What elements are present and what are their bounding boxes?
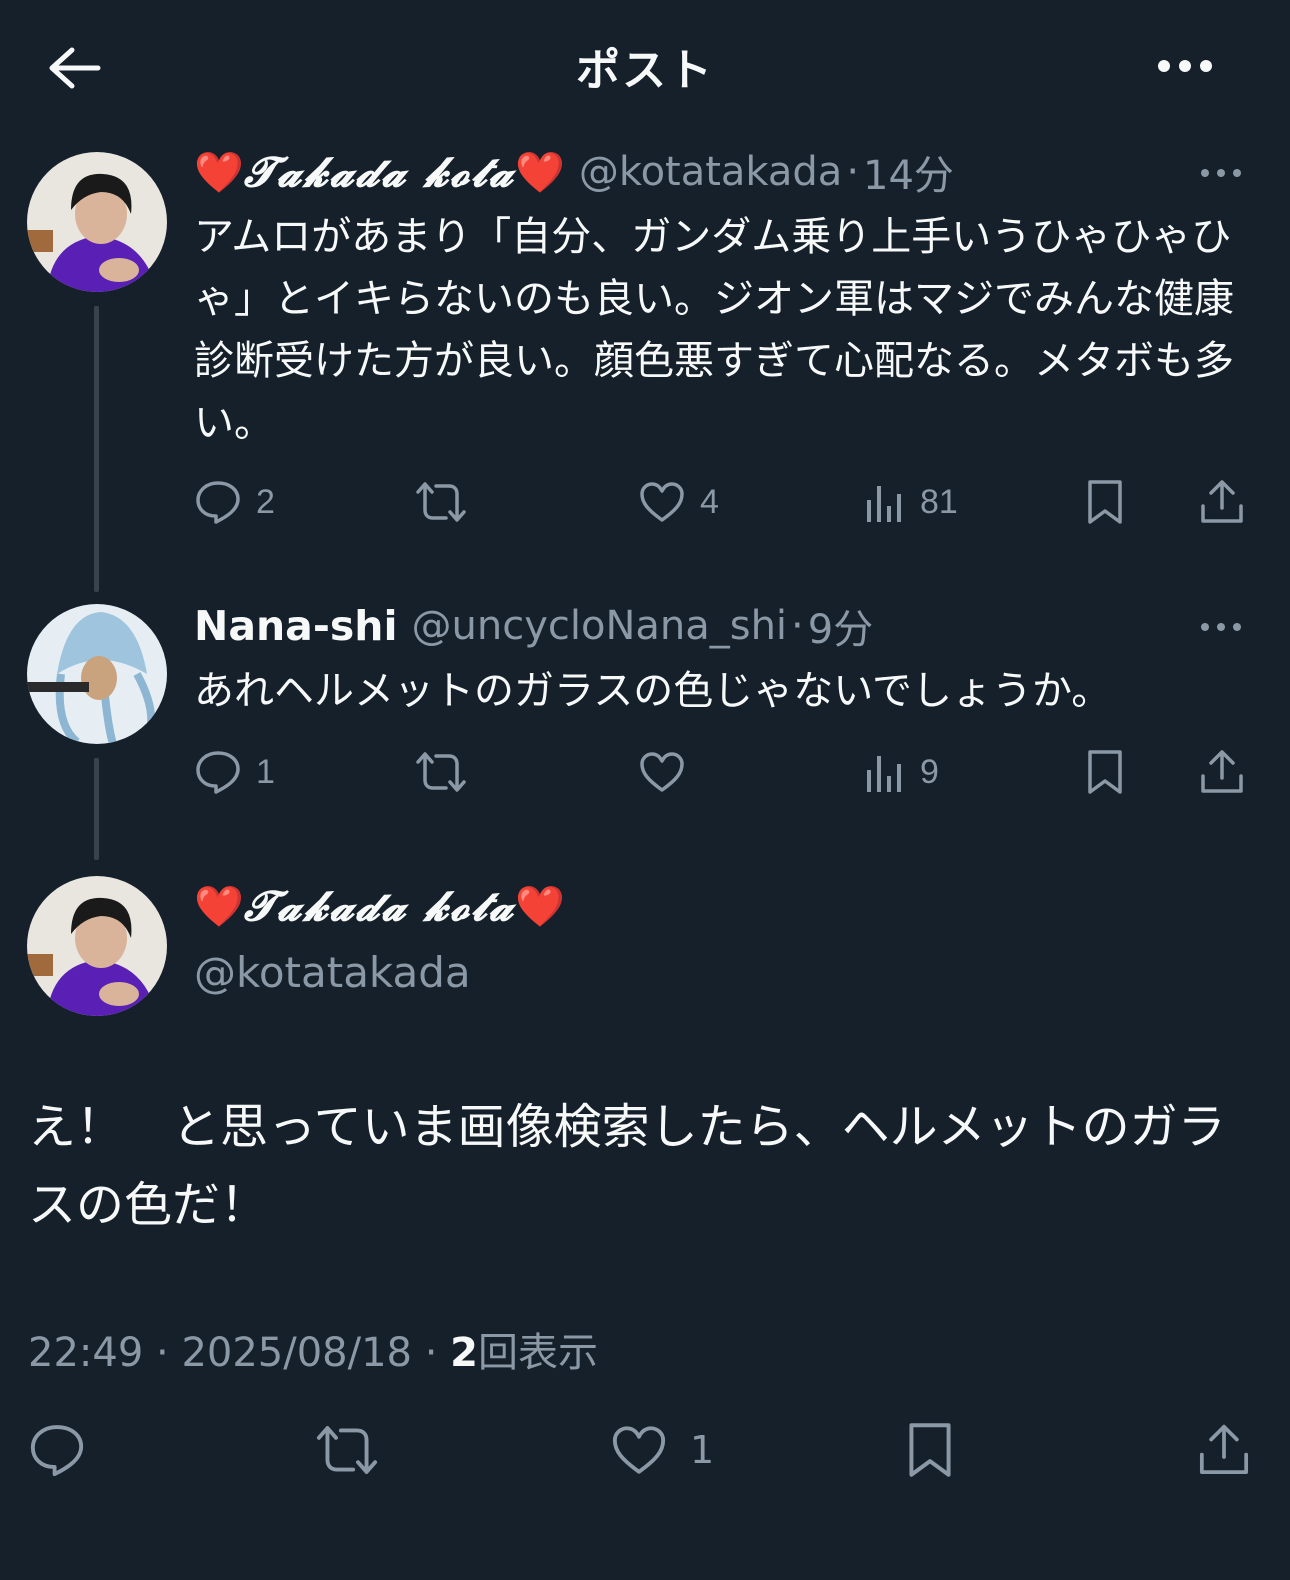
like-count: 1 <box>690 1428 715 1472</box>
separator-dot: · <box>846 149 860 195</box>
share-upload-icon <box>1201 750 1243 793</box>
tweet-header: Nana-shi @uncycloNana_shi · 9分 <box>194 596 1230 656</box>
avatar-photo <box>27 876 167 1016</box>
thread-tweet[interactable]: ❤️ 𝓣𝓪𝓴𝓪𝓭𝓪 𝓴𝓸𝓽𝓪 ❤️ @kotatakada · 14分 アムロが… <box>0 142 1290 592</box>
relative-time[interactable]: 14分 <box>863 143 954 201</box>
more-dots-icon <box>1201 623 1241 631</box>
heart-emoji: ❤️ <box>515 149 565 196</box>
tweet-text: アムロがあまり「自分、ガンダム乗り上手いうひゃひゃひゃ」とイキらないのも良い。ジ… <box>194 214 1234 446</box>
heart-outline-icon <box>640 482 684 522</box>
share-button[interactable] <box>1198 472 1246 532</box>
thread-connector <box>94 306 99 592</box>
like-count: 4 <box>700 482 719 521</box>
avatar[interactable] <box>27 876 167 1016</box>
share-button[interactable] <box>1198 742 1246 802</box>
heart-emoji: ❤️ <box>194 149 244 196</box>
share-upload-icon <box>1199 1424 1249 1475</box>
reply-button[interactable] <box>28 1414 86 1486</box>
reply-count: 1 <box>256 752 275 791</box>
bookmark-icon <box>909 1423 951 1477</box>
reply-button[interactable]: 1 <box>194 742 275 802</box>
page-title: ポスト <box>576 45 714 96</box>
heart-emoji: ❤️ <box>515 884 565 930</box>
heart-outline-icon <box>640 752 684 792</box>
views-button[interactable]: 9 <box>862 742 939 802</box>
tweet-header: ❤️ 𝓣𝓪𝓴𝓪𝓭𝓪 𝓴𝓸𝓽𝓪 ❤️ @kotatakada · 14分 <box>194 142 1230 202</box>
bookmark-button[interactable] <box>1084 472 1126 532</box>
more-options-button[interactable] <box>1150 38 1220 94</box>
tweet-text: え！ と思っていま画像検索したら、ヘルメットのガラスの色だ！ <box>28 1099 1226 1233</box>
tweet-actions: 1 9 <box>0 742 1290 802</box>
tweet-more-button[interactable] <box>1198 158 1244 188</box>
top-bar: ポスト <box>0 0 1290 132</box>
view-count: 81 <box>920 482 958 521</box>
avatar-photo <box>27 604 167 744</box>
thread-tweet[interactable]: Nana-shi @uncycloNana_shi · 9分 あれヘルメットのガ… <box>0 596 1290 860</box>
views-button[interactable]: 81 <box>862 472 958 532</box>
main-display-name[interactable]: ❤️ 𝓣𝓪𝓴𝓪𝓭𝓪 𝓴𝓸𝓽𝓪 ❤️ <box>194 882 565 931</box>
share-button[interactable] <box>1196 1414 1252 1486</box>
reply-count: 2 <box>256 482 275 521</box>
repost-arrows-icon <box>416 752 466 792</box>
more-dots-icon <box>1201 169 1241 177</box>
bookmark-icon <box>1088 480 1122 524</box>
heart-emoji: ❤️ <box>194 884 244 930</box>
bar-chart-icon <box>867 486 901 522</box>
avatar-photo <box>27 152 167 292</box>
user-handle[interactable]: @uncycloNana_shi <box>412 603 788 649</box>
avatar[interactable] <box>27 604 167 744</box>
tweet-actions: 2 4 81 <box>0 472 1290 532</box>
like-button[interactable]: 1 <box>610 1414 714 1486</box>
repost-button[interactable] <box>414 472 482 532</box>
more-dots-icon <box>1158 60 1212 72</box>
display-name[interactable]: Nana-shi <box>194 602 398 650</box>
view-label: 回表示 <box>477 1330 598 1376</box>
repost-arrows-icon <box>416 482 466 522</box>
display-name[interactable]: 𝓣𝓪𝓴𝓪𝓭𝓪 𝓴𝓸𝓽𝓪 <box>244 882 515 931</box>
repost-arrows-icon <box>316 1426 378 1474</box>
post-time: 22:49 <box>28 1330 144 1376</box>
like-button[interactable] <box>638 742 700 802</box>
avatar[interactable] <box>27 152 167 292</box>
bookmark-icon <box>1088 750 1122 794</box>
reply-bubble-icon <box>196 751 240 794</box>
post-date: 2025/08/18 <box>181 1330 412 1376</box>
tweet-text: あれヘルメットのガラスの色じゃないでしょうか。 <box>194 668 1112 714</box>
reply-button[interactable]: 2 <box>194 472 275 532</box>
display-name[interactable]: 𝓣𝓪𝓴𝓪𝓭𝓪 𝓴𝓸𝓽𝓪 <box>244 148 515 197</box>
like-button[interactable]: 4 <box>638 472 719 532</box>
repost-button[interactable] <box>414 742 482 802</box>
reply-bubble-icon <box>30 1425 84 1477</box>
bookmark-button[interactable] <box>1084 742 1126 802</box>
tweet-more-button[interactable] <box>1198 612 1244 642</box>
view-count: 9 <box>920 752 939 791</box>
relative-time[interactable]: 9分 <box>808 597 873 655</box>
user-handle[interactable]: @kotatakada <box>194 948 471 997</box>
repost-button[interactable] <box>314 1414 380 1486</box>
bar-chart-icon <box>867 756 901 792</box>
user-handle[interactable]: @kotatakada <box>579 149 842 195</box>
view-count: 2 <box>450 1330 478 1376</box>
main-tweet-actions: 1 <box>0 1414 1290 1486</box>
separator-dot: · <box>424 1330 438 1376</box>
separator-dot: · <box>791 603 804 649</box>
separator-dot: · <box>156 1330 169 1376</box>
tweet-meta: 22:49 · 2025/08/18 · 2回表示 <box>28 1320 598 1378</box>
reply-bubble-icon <box>196 481 240 524</box>
share-upload-icon <box>1201 480 1243 523</box>
heart-outline-icon <box>612 1426 666 1474</box>
bookmark-button[interactable] <box>904 1414 956 1486</box>
